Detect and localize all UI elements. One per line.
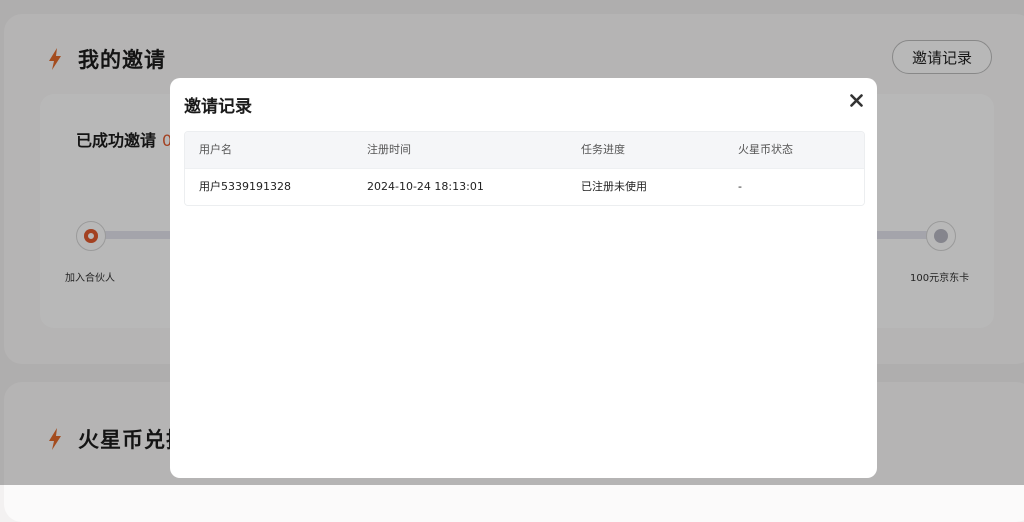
cell-task-progress: 已注册未使用 (581, 180, 647, 193)
cell-register-time: 2024-10-24 18:13:01 (367, 180, 484, 193)
column-header-task-progress: 任务进度 (581, 143, 625, 156)
modal-close-button[interactable] (846, 90, 866, 110)
table-header-row: 用户名 注册时间 任务进度 火星币状态 (185, 132, 864, 168)
column-header-coin-status: 火星币状态 (738, 143, 793, 156)
cell-username: 用户5339191328 (199, 180, 291, 193)
column-header-username: 用户名 (199, 143, 232, 156)
page: 我的邀请 邀请记录 已成功邀请 0 加入合伙人 100元京东卡 火星币兑换 邀请记… (0, 0, 1024, 522)
column-header-register-time: 注册时间 (367, 143, 411, 156)
close-icon (849, 93, 863, 107)
cell-coin-status: - (738, 180, 742, 193)
invite-record-modal: 邀请记录 用户名 注册时间 任务进度 火星币状态 用户5339191328 20… (170, 78, 877, 478)
invite-record-table: 用户名 注册时间 任务进度 火星币状态 用户5339191328 2024-10… (184, 131, 865, 206)
table-row: 用户5339191328 2024-10-24 18:13:01 已注册未使用 … (185, 168, 864, 205)
modal-title: 邀请记录 (184, 97, 252, 117)
